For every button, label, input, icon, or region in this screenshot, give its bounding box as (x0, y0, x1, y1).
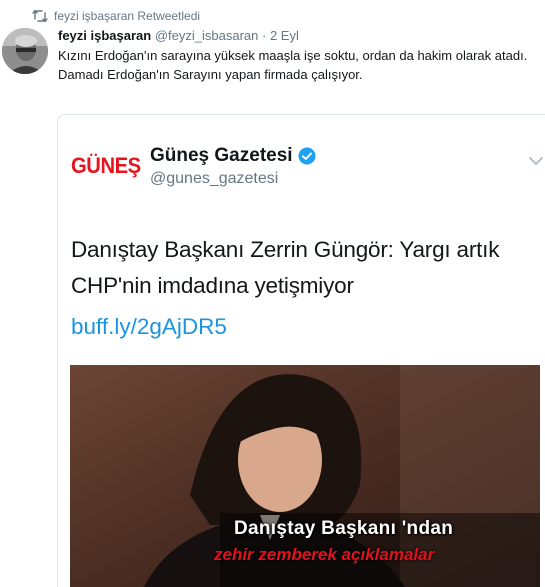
author-handle[interactable]: @feyzi_isbasaran (155, 28, 259, 43)
verified-badge-icon (298, 147, 316, 165)
quoted-tweet-card[interactable]: GÜNEŞ Güneş Gazetesi @gunes_gazetesi Dan… (57, 114, 545, 587)
retweet-icon (32, 9, 48, 23)
quoted-author-handle[interactable]: @gunes_gazetesi (150, 170, 278, 188)
header-separator: · (262, 28, 267, 43)
author-name[interactable]: feyzi işbaşaran (58, 28, 151, 43)
quoted-author-row: Güneş Gazetesi (150, 145, 316, 167)
quoted-author-name[interactable]: Güneş Gazetesi (150, 145, 293, 167)
quoted-media-image[interactable]: Danıştay Başkanı 'ndan zehir zemberek aç… (70, 365, 540, 587)
user-avatar[interactable] (2, 28, 48, 74)
media-caption-line1: Danıştay Başkanı 'ndan (234, 518, 454, 539)
retweet-label[interactable]: feyzi işbaşaran Retweetledi (54, 9, 200, 23)
tweet-text-line: Kızını Erdoğan'ın sarayına yüksek maaşla… (58, 48, 528, 63)
tweet-timestamp[interactable]: 2 Eyl (270, 28, 299, 43)
chevron-down-icon[interactable] (528, 153, 544, 165)
quoted-tweet-link[interactable]: buff.ly/2gAjDR5 (71, 314, 227, 340)
tweet-text: Kızını Erdoğan'ın sarayına yüksek maaşla… (58, 46, 528, 84)
quoted-tweet-text: Danıştay Başkanı Zerrin Güngör: Yargı ar… (71, 237, 500, 298)
gunes-logo: GÜNEŞ (71, 153, 141, 178)
tweet-header: feyzi işbaşaran @feyzi_isbasaran · 2 Eyl (58, 28, 299, 43)
retweet-context: feyzi işbaşaran Retweetledi (32, 8, 200, 24)
media-caption-line2: zehir zemberek açıklamalar (214, 545, 435, 564)
tweet-text-line: Damadı Erdoğan'ın Sarayını yapan firmada… (58, 67, 363, 82)
